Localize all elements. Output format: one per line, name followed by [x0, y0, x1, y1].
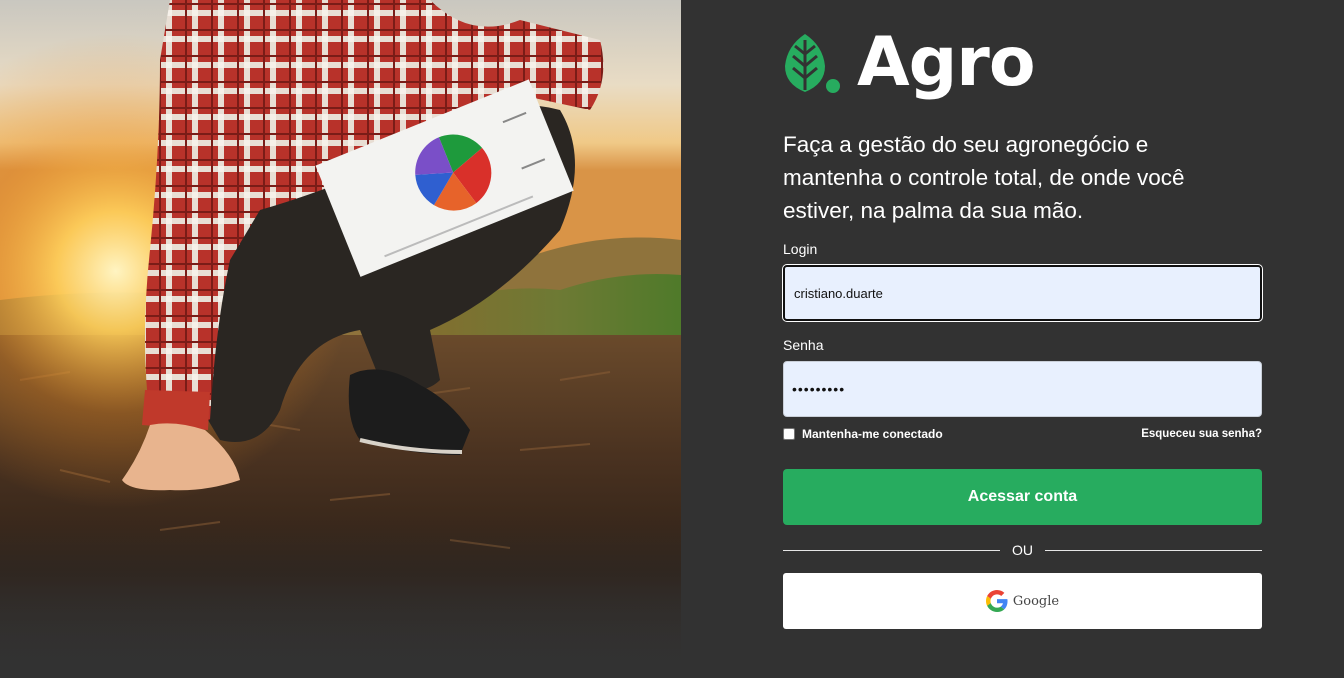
remember-label: Mantenha-me conectado — [802, 427, 943, 441]
or-divider: OU — [783, 540, 1262, 560]
leaf-icon — [785, 34, 840, 93]
hero-photo — [0, 0, 681, 678]
login-button[interactable]: Acessar conta — [783, 469, 1262, 525]
brand-name: Agro — [857, 23, 1036, 102]
google-login-button[interactable]: Google — [783, 573, 1262, 629]
brand-logo: Agro — [783, 23, 1036, 110]
login-input[interactable] — [783, 265, 1262, 321]
divider-line-left — [783, 549, 1000, 551]
password-label: Senha — [783, 337, 824, 353]
login-panel: Agro Faça a gestão do seu agronegócio e … — [681, 0, 1344, 678]
farmer-field-illustration — [0, 0, 681, 678]
password-input[interactable] — [783, 361, 1262, 417]
remember-checkbox[interactable] — [783, 428, 795, 440]
login-label: Login — [783, 241, 818, 257]
tagline: Faça a gestão do seu agronegócio e mante… — [783, 132, 1185, 223]
divider-line-right — [1045, 549, 1262, 551]
divider-label: OU — [1012, 542, 1033, 558]
google-g-icon — [985, 590, 1008, 612]
google-label: Google — [1012, 593, 1060, 609]
remember-me[interactable]: Mantenha-me conectado — [783, 427, 943, 441]
forgot-password-link[interactable]: Esqueceu sua senha? — [1141, 428, 1262, 440]
login-page: Agro Faça a gestão do seu agronegócio e … — [0, 0, 1344, 678]
